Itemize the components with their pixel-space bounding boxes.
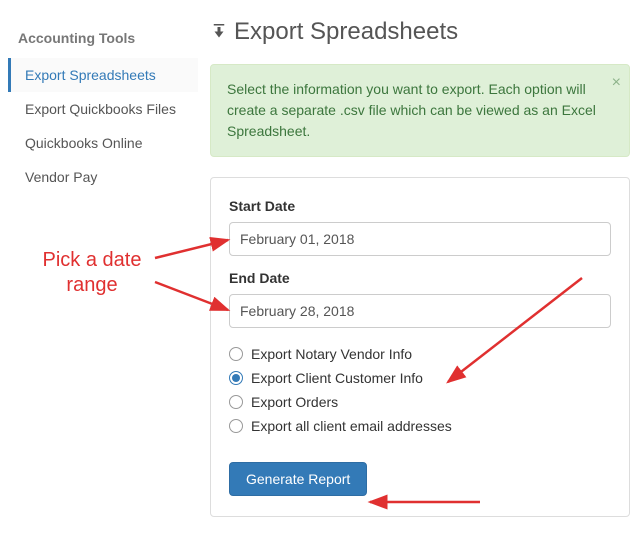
end-date-label: End Date <box>229 270 611 286</box>
radio-input[interactable] <box>229 395 243 409</box>
generate-report-button[interactable]: Generate Report <box>229 462 367 496</box>
option-email-addresses[interactable]: Export all client email addresses <box>229 418 611 434</box>
annotation-line1: Pick a date <box>43 249 142 271</box>
end-date-input[interactable] <box>229 294 611 328</box>
sidebar-title: Accounting Tools <box>8 30 198 58</box>
start-date-label: Start Date <box>229 198 611 214</box>
radio-input[interactable] <box>229 419 243 433</box>
sidebar-item-label: Export Spreadsheets <box>25 67 156 83</box>
option-orders[interactable]: Export Orders <box>229 394 611 410</box>
export-options: Export Notary Vendor Info Export Client … <box>229 346 611 434</box>
sidebar-item-vendor-pay[interactable]: Vendor Pay <box>8 160 198 194</box>
sidebar-item-quickbooks-online[interactable]: Quickbooks Online <box>8 126 198 160</box>
option-label: Export all client email addresses <box>251 418 452 434</box>
annotation-pick-date-range: Pick a date range <box>22 248 162 298</box>
button-label: Generate Report <box>246 471 350 487</box>
option-notary-vendor[interactable]: Export Notary Vendor Info <box>229 346 611 362</box>
sidebar-item-label: Quickbooks Online <box>25 135 143 151</box>
page-title-text: Export Spreadsheets <box>234 18 458 46</box>
option-client-customer[interactable]: Export Client Customer Info <box>229 370 611 386</box>
sidebar: Accounting Tools Export Spreadsheets Exp… <box>8 30 198 194</box>
export-panel: Start Date End Date Export Notary Vendor… <box>210 177 630 517</box>
alert-text: Select the information you want to expor… <box>227 81 596 139</box>
close-icon[interactable]: × <box>612 71 621 95</box>
start-date-input[interactable] <box>229 222 611 256</box>
main-content: Export Spreadsheets Select the informati… <box>210 18 630 517</box>
download-icon <box>210 18 228 46</box>
option-label: Export Client Customer Info <box>251 370 423 386</box>
sidebar-item-export-quickbooks-files[interactable]: Export Quickbooks Files <box>8 92 198 126</box>
radio-input[interactable] <box>229 347 243 361</box>
option-label: Export Notary Vendor Info <box>251 346 412 362</box>
sidebar-item-export-spreadsheets[interactable]: Export Spreadsheets <box>8 58 198 92</box>
annotation-line2: range <box>66 274 117 296</box>
option-label: Export Orders <box>251 394 338 410</box>
info-alert: Select the information you want to expor… <box>210 64 630 157</box>
radio-input[interactable] <box>229 371 243 385</box>
page-title: Export Spreadsheets <box>210 18 630 46</box>
sidebar-item-label: Export Quickbooks Files <box>25 101 176 117</box>
sidebar-item-label: Vendor Pay <box>25 169 97 185</box>
